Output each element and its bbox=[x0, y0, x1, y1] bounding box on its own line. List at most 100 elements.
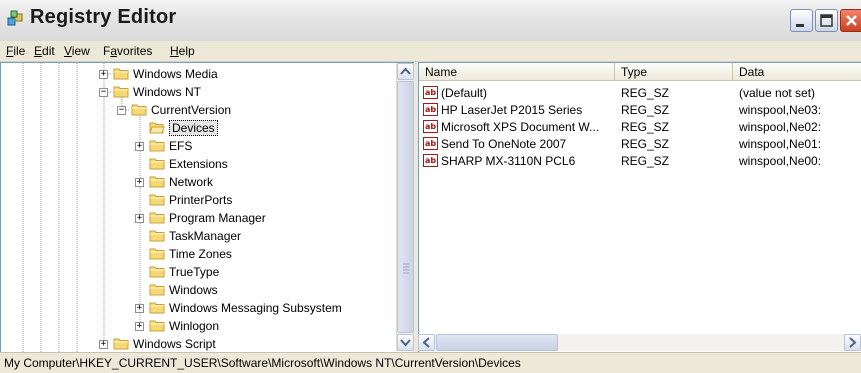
cell-type: REG_SZ bbox=[621, 154, 670, 168]
column-header-data[interactable]: Data bbox=[733, 63, 861, 81]
scroll-right-button[interactable] bbox=[844, 334, 861, 351]
menu-bar: File Edit View Favorites Help bbox=[0, 41, 861, 62]
tree-item-label: Program Manager bbox=[169, 211, 266, 225]
tree-item-windows-messaging-subsystem[interactable]: Windows Messaging Subsystem bbox=[149, 300, 342, 317]
menu-favorites[interactable]: Favorites bbox=[103, 44, 152, 58]
expand-icon-efs[interactable]: + bbox=[135, 142, 144, 151]
expand-icon-windows-messaging-subsystem[interactable]: + bbox=[135, 304, 144, 313]
folder-icon bbox=[149, 248, 165, 260]
tree-item-windows-media[interactable]: Windows Media bbox=[113, 66, 218, 83]
maximize-button[interactable] bbox=[815, 9, 838, 32]
cell-type: REG_SZ bbox=[621, 103, 670, 117]
table-row[interactable]: ab (Default) REG_SZ (value not set) bbox=[419, 85, 861, 101]
tree-item-network[interactable]: Network bbox=[149, 174, 213, 191]
minimize-icon bbox=[796, 24, 804, 27]
expand-icon-network[interactable]: + bbox=[135, 178, 144, 187]
list-horizontal-scrollbar[interactable] bbox=[418, 334, 861, 351]
menu-help-accel: H bbox=[170, 44, 179, 58]
folder-icon bbox=[149, 266, 165, 278]
scroll-left-button[interactable] bbox=[418, 334, 435, 351]
folder-icon bbox=[149, 212, 165, 224]
values-list[interactable]: Name Type Data ab (Default) REG_SZ (value n… bbox=[418, 62, 861, 353]
tree-item-label: TrueType bbox=[169, 265, 220, 279]
collapse-icon-currentversion[interactable]: − bbox=[117, 106, 126, 115]
table-row[interactable]: ab HP LaserJet P2015 Series REG_SZ winspool… bbox=[419, 102, 861, 118]
tree-item-truetype[interactable]: TrueType bbox=[149, 264, 219, 281]
cell-name: Send To OneNote 2007 bbox=[441, 137, 567, 151]
minimize-button[interactable] bbox=[790, 9, 813, 32]
table-row[interactable]: ab SHARP MX-3110N PCL6 REG_SZ winspool,Ne00… bbox=[419, 153, 861, 169]
table-row[interactable]: ab Microsoft XPS Document W... REG_SZ winsp… bbox=[419, 119, 861, 135]
scroll-thumb[interactable] bbox=[397, 81, 414, 333]
cell-type: REG_SZ bbox=[621, 137, 670, 151]
tree-item-efs[interactable]: EFS bbox=[149, 138, 192, 155]
cell-type: REG_SZ bbox=[621, 120, 670, 134]
tree-item-label: Windows bbox=[169, 283, 218, 297]
tree-item-windows[interactable]: Windows bbox=[149, 282, 218, 299]
folder-icon bbox=[113, 86, 129, 98]
tree-item-taskmanager[interactable]: TaskManager bbox=[149, 228, 241, 245]
folder-icon bbox=[113, 338, 129, 350]
tree-item-label: Time Zones bbox=[169, 247, 232, 261]
tree-item-windows-script[interactable]: Windows Script bbox=[113, 336, 216, 353]
tree-item-label: Windows Messaging Subsystem bbox=[169, 301, 342, 315]
folder-icon bbox=[149, 176, 165, 188]
window-title: Registry Editor bbox=[30, 6, 177, 28]
cell-name: (Default) bbox=[441, 86, 488, 100]
chevron-up-icon bbox=[400, 67, 411, 75]
cell-type: REG_SZ bbox=[621, 86, 670, 100]
folder-icon bbox=[131, 104, 147, 116]
tree-item-devices[interactable]: Devices bbox=[149, 120, 218, 137]
maximize-icon bbox=[820, 14, 833, 27]
menu-help[interactable]: Help bbox=[170, 44, 195, 58]
tree-item-currentversion[interactable]: CurrentVersion bbox=[131, 102, 231, 119]
column-header-name[interactable]: Name bbox=[419, 63, 615, 81]
menu-view[interactable]: View bbox=[64, 44, 90, 58]
expand-icon-program-manager[interactable]: + bbox=[135, 214, 144, 223]
string-value-icon: ab bbox=[423, 120, 438, 133]
menu-help-label: elp bbox=[178, 44, 195, 58]
cell-data: (value not set) bbox=[739, 86, 816, 100]
menu-edit-label: dit bbox=[42, 44, 55, 58]
tree-item-label: Windows Script bbox=[133, 337, 216, 351]
expand-icon-windows-script[interactable]: + bbox=[99, 340, 108, 349]
tree-item-printerports[interactable]: PrinterPorts bbox=[149, 192, 232, 209]
table-row[interactable]: ab Send To OneNote 2007 REG_SZ winspool,Ne0… bbox=[419, 136, 861, 152]
tree-item-time-zones[interactable]: Time Zones bbox=[149, 246, 232, 263]
tree-item-extensions[interactable]: Extensions bbox=[149, 156, 228, 173]
tree-vertical-scrollbar[interactable] bbox=[396, 63, 414, 351]
folder-icon bbox=[149, 194, 165, 206]
string-value-icon: ab bbox=[423, 86, 438, 99]
folder-icon bbox=[149, 230, 165, 242]
column-header-type[interactable]: Type bbox=[615, 63, 733, 81]
registry-tree[interactable]: + Windows Media − Windows NT − CurrentVersion… bbox=[0, 62, 415, 353]
scroll-down-button[interactable] bbox=[397, 334, 414, 351]
title-bar[interactable]: Registry Editor bbox=[0, 0, 861, 42]
close-button[interactable] bbox=[840, 9, 861, 32]
cell-name: HP LaserJet P2015 Series bbox=[441, 103, 583, 117]
menu-favorites-label: vorites bbox=[117, 44, 153, 58]
expand-icon-windows-media[interactable]: + bbox=[99, 70, 108, 79]
tree-item-program-manager[interactable]: Program Manager bbox=[149, 210, 266, 227]
chevron-left-icon bbox=[422, 337, 430, 348]
scroll-up-button[interactable] bbox=[397, 63, 414, 80]
menu-view-label: iew bbox=[71, 44, 90, 58]
collapse-icon-windows-nt[interactable]: − bbox=[99, 88, 108, 97]
folder-icon bbox=[149, 320, 165, 332]
folder-icon bbox=[149, 302, 165, 314]
tree-item-winlogon[interactable]: Winlogon bbox=[149, 318, 219, 335]
chevron-down-icon bbox=[400, 339, 411, 347]
menu-edit[interactable]: Edit bbox=[34, 44, 55, 58]
menu-file[interactable]: File bbox=[6, 44, 25, 58]
tree-item-label: Extensions bbox=[169, 157, 228, 171]
tree-item-label: Network bbox=[169, 175, 214, 189]
string-value-icon: ab bbox=[423, 154, 438, 167]
tree-item-windows-nt[interactable]: Windows NT bbox=[113, 84, 201, 101]
tree-item-label: Windows Media bbox=[133, 67, 218, 81]
hscroll-thumb[interactable] bbox=[436, 334, 558, 351]
close-icon bbox=[846, 15, 857, 26]
cell-data: winspool,Ne01: bbox=[739, 137, 822, 151]
expand-icon-winlogon[interactable]: + bbox=[135, 322, 144, 331]
cell-data: winspool,Ne02: bbox=[739, 120, 822, 134]
string-value-icon: ab bbox=[423, 103, 438, 116]
